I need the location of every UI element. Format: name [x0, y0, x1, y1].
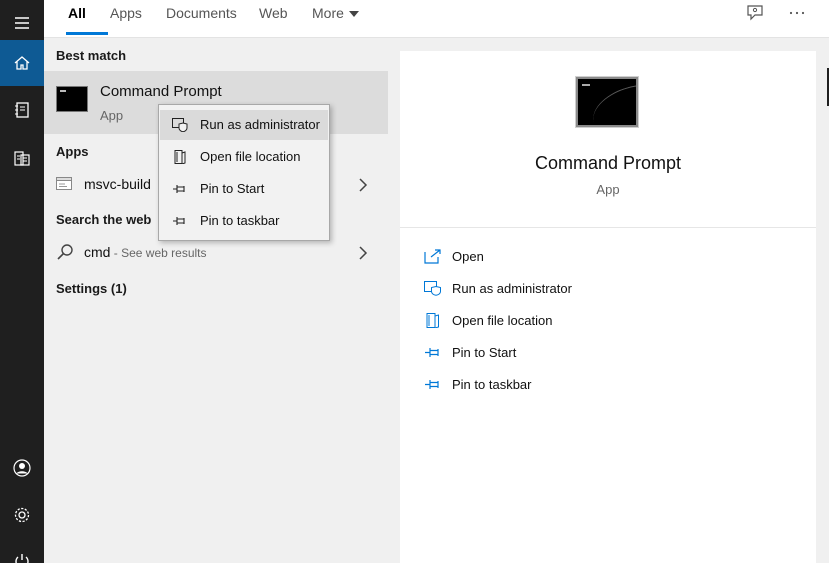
chevron-right-icon[interactable] [358, 246, 368, 260]
tab-more[interactable]: More [312, 5, 359, 21]
search-icon [57, 244, 73, 260]
pin-icon [425, 380, 439, 389]
menu-item-open-file-location[interactable]: Open file location [160, 142, 328, 172]
chevron-down-icon [348, 10, 359, 17]
open-icon [424, 249, 441, 264]
power-icon [15, 554, 29, 563]
file-location-icon [174, 150, 186, 164]
action-label: Pin to taskbar [452, 377, 532, 392]
command-prompt-icon [56, 86, 88, 112]
action-label: Pin to Start [452, 345, 517, 360]
hamburger-menu-icon [15, 17, 29, 29]
pin-icon [173, 185, 185, 193]
action-pin-to-taskbar[interactable]: Pin to taskbar [400, 370, 816, 400]
detail-subtitle: App [596, 182, 620, 197]
more-options-icon [789, 11, 805, 15]
best-match-header: Best match [56, 48, 127, 63]
user-account-icon [13, 459, 31, 477]
context-menu: Run as administrator Open file location … [158, 104, 330, 241]
settings-button[interactable] [0, 492, 44, 538]
search-scope-tabs: All Apps Documents Web More [44, 0, 829, 38]
web-query: cmd [84, 244, 111, 260]
user-account-button[interactable] [0, 445, 44, 491]
pin-icon [173, 217, 185, 225]
divider [400, 227, 816, 228]
feedback-icon [747, 5, 763, 21]
tab-more-label: More [312, 5, 344, 21]
result-detail-pane: Command Prompt App Open Run as administr… [400, 51, 816, 563]
shield-admin-icon [172, 118, 188, 132]
action-label: Open file location [452, 313, 553, 328]
action-label: Run as administrator [452, 281, 572, 296]
documents-icon [14, 151, 30, 166]
menu-item-label: Pin to Start [200, 181, 265, 196]
app-result-label: msvc-build [84, 176, 151, 192]
settings-gear-icon [14, 507, 30, 523]
menu-item-run-as-administrator[interactable]: Run as administrator [160, 110, 328, 140]
notebook-button[interactable] [0, 87, 44, 133]
tab-all[interactable]: All [68, 5, 86, 21]
web-result-suffix: - See web results [110, 246, 207, 260]
action-open[interactable]: Open [400, 242, 816, 272]
action-pin-to-start[interactable]: Pin to Start [400, 338, 816, 368]
tab-documents[interactable]: Documents [166, 5, 237, 21]
tab-web[interactable]: Web [259, 5, 288, 21]
menu-item-label: Open file location [200, 149, 301, 164]
apps-header[interactable]: Apps [56, 144, 89, 159]
best-match-subtitle: App [100, 108, 124, 123]
left-navigation-rail [0, 0, 44, 563]
menu-item-pin-to-start[interactable]: Pin to Start [160, 174, 328, 204]
action-open-file-location[interactable]: Open file location [400, 306, 816, 336]
app-window-icon [56, 177, 72, 190]
command-prompt-icon [576, 77, 638, 127]
search-the-web-header: Search the web [56, 212, 152, 227]
windows-search-window: All Apps Documents Web More Best match C… [0, 0, 829, 563]
web-result-item[interactable]: cmd - See web results [44, 238, 388, 268]
file-location-icon [426, 313, 439, 328]
best-match-title: Command Prompt [100, 83, 222, 100]
home-icon [14, 56, 30, 70]
settings-header[interactable]: Settings (1) [56, 281, 127, 296]
detail-title: Command Prompt [534, 153, 682, 173]
more-options-button[interactable] [786, 4, 808, 22]
menu-item-pin-to-taskbar[interactable]: Pin to taskbar [160, 206, 328, 236]
power-button[interactable] [0, 540, 44, 563]
action-run-as-administrator[interactable]: Run as administrator [400, 274, 816, 304]
tab-apps[interactable]: Apps [110, 5, 142, 21]
pin-icon [425, 348, 439, 357]
chevron-right-icon[interactable] [358, 178, 368, 192]
home-button[interactable] [0, 40, 44, 86]
feedback-button[interactable] [744, 4, 766, 22]
notebook-icon [15, 102, 29, 118]
web-result-text: cmd - See web results [84, 244, 207, 260]
menu-item-label: Run as administrator [200, 117, 320, 132]
menu-item-label: Pin to taskbar [200, 213, 280, 228]
action-label: Open [452, 249, 484, 264]
shield-admin-icon [424, 281, 441, 296]
active-tab-indicator [66, 32, 108, 35]
documents-button[interactable] [0, 135, 44, 181]
